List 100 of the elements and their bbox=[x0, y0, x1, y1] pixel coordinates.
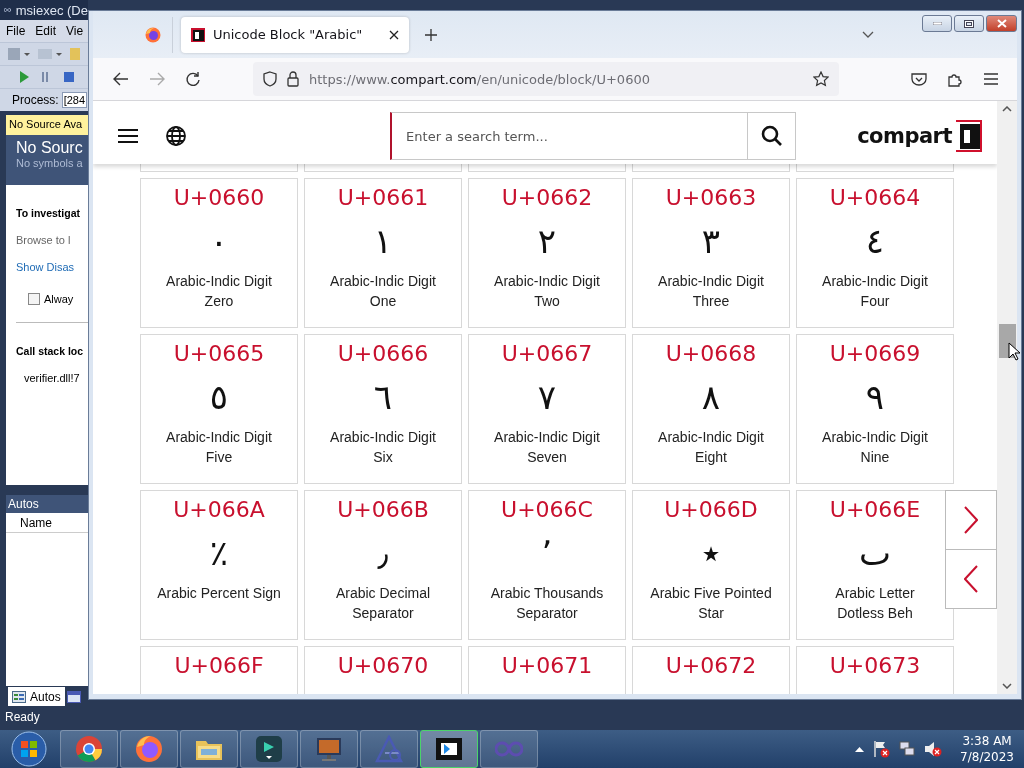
character-glyph: ١ bbox=[373, 220, 393, 263]
clock[interactable]: 3:38 AM 7/8/2023 bbox=[960, 733, 1014, 765]
pocket-icon bbox=[911, 72, 927, 86]
reload-icon bbox=[185, 71, 201, 87]
menu-item[interactable]: Vie bbox=[66, 24, 84, 38]
character-name: Arabic Percent Sign bbox=[156, 584, 282, 603]
code-point: U+066A bbox=[173, 497, 265, 523]
code-point: U+0662 bbox=[501, 185, 593, 211]
minimize-button[interactable] bbox=[922, 15, 952, 32]
panel-tab[interactable]: Autos bbox=[8, 687, 65, 706]
column-header: Name bbox=[20, 515, 52, 530]
logo-mark-icon bbox=[954, 120, 982, 152]
forward-arrow-icon bbox=[149, 72, 165, 86]
puzzle-icon bbox=[947, 71, 963, 87]
header-subtitle: No symbols a bbox=[16, 157, 84, 169]
character-name: Arabic-Indic Digit Nine bbox=[821, 428, 929, 467]
character-name: Arabic Five Pointed Star bbox=[649, 584, 773, 623]
character-glyph: ٭ bbox=[701, 532, 721, 575]
character-name: Arabic-Indic Digit Seven bbox=[493, 428, 601, 467]
shield-icon bbox=[263, 71, 277, 87]
star-icon bbox=[813, 71, 829, 87]
next-button[interactable] bbox=[945, 490, 997, 550]
code-point: U+0663 bbox=[665, 185, 757, 211]
globe-icon bbox=[166, 126, 186, 146]
back-arrow-icon bbox=[113, 72, 129, 86]
document-tab[interactable]: No Source Ava bbox=[6, 115, 88, 135]
logo-text: compart bbox=[857, 124, 952, 148]
code-point: U+0665 bbox=[173, 341, 265, 367]
search-button[interactable] bbox=[748, 112, 797, 160]
show-hidden-icons-icon bbox=[855, 746, 865, 752]
character-glyph: ٧ bbox=[537, 376, 557, 419]
restore-icon bbox=[964, 19, 974, 28]
search-icon bbox=[760, 125, 783, 147]
disassembly-link[interactable]: Show Disas bbox=[16, 261, 88, 288]
flag-alert-icon bbox=[872, 740, 891, 758]
code-point: U+0672 bbox=[665, 653, 757, 679]
triangle-shapes-icon bbox=[375, 735, 403, 763]
bookmark-button[interactable] bbox=[813, 71, 829, 87]
process-label: Process: bbox=[12, 93, 59, 107]
checkbox-label: Alway bbox=[44, 293, 74, 305]
chevron-down-icon bbox=[1002, 683, 1012, 689]
code-point: U+066E bbox=[829, 497, 921, 523]
code-point: U+0669 bbox=[829, 341, 921, 367]
character-card[interactable]: U+066D ٭ Arabic Five Pointed Star bbox=[632, 490, 790, 640]
close-icon bbox=[996, 19, 1007, 28]
monitor-icon bbox=[315, 735, 343, 763]
code-point: U+0666 bbox=[337, 341, 429, 367]
character-name: Arabic-Indic Digit Two bbox=[493, 272, 601, 311]
panel-title: Autos bbox=[6, 495, 88, 513]
taskbar-button[interactable] bbox=[420, 730, 478, 768]
plus-icon bbox=[425, 28, 437, 41]
chevron-left-icon bbox=[964, 565, 978, 593]
character-glyph: ٣ bbox=[701, 220, 721, 263]
code-point: U+0673 bbox=[829, 653, 921, 679]
character-glyph: ٨ bbox=[701, 376, 721, 419]
start-orb-icon bbox=[11, 731, 47, 767]
code-point: U+0664 bbox=[829, 185, 921, 211]
character-glyph: ٦ bbox=[373, 376, 393, 419]
character-name: Arabic-Indic Digit Four bbox=[821, 272, 929, 311]
character-glyph: ٫ bbox=[377, 532, 389, 575]
character-glyph: ٩ bbox=[865, 376, 885, 419]
section-heading: Call stack loc bbox=[16, 345, 85, 359]
character-glyph: ٮ bbox=[859, 532, 891, 575]
character-card[interactable]: U+066C ٬ Arabic Thousands Separator bbox=[468, 490, 626, 640]
header-title: No Sourc bbox=[16, 139, 84, 157]
character-card[interactable]: U+066A ٪ Arabic Percent Sign bbox=[140, 490, 298, 640]
infinity-icon bbox=[4, 5, 11, 15]
menu-item[interactable]: Edit bbox=[35, 24, 57, 38]
character-glyph: ٤ bbox=[865, 220, 885, 263]
menu-icon bbox=[118, 128, 138, 144]
film-icon bbox=[435, 735, 463, 763]
browse-text: Browse to l bbox=[16, 234, 72, 248]
window-icon bbox=[66, 691, 81, 703]
checkbox[interactable] bbox=[28, 293, 40, 305]
code-point: U+066B bbox=[337, 497, 429, 523]
table-icon bbox=[12, 690, 26, 703]
character-card[interactable]: U+066B ٫ Arabic Decimal Separator bbox=[304, 490, 462, 640]
code-point: U+0660 bbox=[173, 185, 265, 211]
code-point: U+0670 bbox=[337, 653, 429, 679]
chevron-right-icon bbox=[964, 506, 978, 534]
restore-button[interactable] bbox=[954, 15, 984, 32]
character-name: Arabic Thousands Separator bbox=[489, 584, 605, 623]
speaker-muted-icon bbox=[924, 740, 943, 758]
search-field[interactable]: Enter a search term... bbox=[390, 112, 749, 160]
character-name: Arabic-Indic Digit Five bbox=[165, 428, 273, 467]
character-glyph: ٠ bbox=[209, 220, 229, 263]
character-name: Arabic-Indic Digit Six bbox=[329, 428, 437, 467]
code-point: U+066C bbox=[501, 497, 593, 523]
site-logo-icon bbox=[191, 27, 205, 42]
mouse-pointer-icon bbox=[1008, 342, 1020, 361]
close-button[interactable] bbox=[986, 15, 1017, 32]
code-point: U+066F bbox=[174, 653, 264, 679]
section-heading: To investigat bbox=[16, 207, 81, 221]
process-dropdown[interactable]: [284 bbox=[61, 92, 88, 108]
browser-tab[interactable]: Unicode Block "Arabic" bbox=[181, 16, 409, 53]
previous-button[interactable] bbox=[945, 549, 997, 609]
code-point: U+0668 bbox=[665, 341, 757, 367]
character-name: Arabic-Indic Digit One bbox=[329, 272, 437, 311]
menu-item[interactable]: File bbox=[6, 24, 26, 38]
network-icon bbox=[898, 740, 917, 758]
